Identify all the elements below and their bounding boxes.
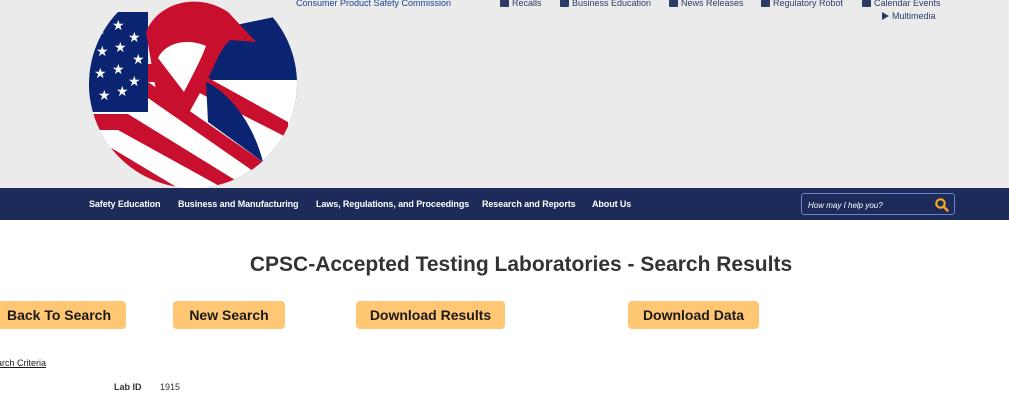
search-icon[interactable] bbox=[934, 197, 950, 213]
download-results-button[interactable]: Download Results bbox=[356, 301, 505, 329]
site-search bbox=[801, 193, 955, 215]
search-criteria-link[interactable]: earch Criteria bbox=[0, 358, 46, 368]
search-input[interactable] bbox=[808, 199, 928, 211]
utility-link-label: Calendar Events bbox=[874, 0, 941, 8]
utility-link-multimedia[interactable]: Multimedia bbox=[882, 11, 936, 21]
svg-text:★: ★ bbox=[112, 62, 125, 78]
utility-links: Recalls Business Education News Releases… bbox=[0, 0, 1009, 28]
utility-link-label: Multimedia bbox=[892, 11, 936, 21]
download-data-button[interactable]: Download Data bbox=[628, 301, 759, 329]
site-header: ★ ★ ★ ★ ★ ★ ★ ★ ★ ★ ★ Consumer Product Safety C… bbox=[0, 0, 1009, 188]
svg-text:★: ★ bbox=[128, 30, 141, 46]
svg-text:★: ★ bbox=[94, 66, 107, 82]
utility-link-news-releases[interactable]: News Releases bbox=[669, 0, 744, 8]
nav-item-laws-regulations[interactable]: Laws, Regulations, and Proceedings bbox=[316, 199, 469, 209]
utility-link-label: News Releases bbox=[681, 0, 744, 8]
briefcase-icon bbox=[560, 0, 569, 7]
svg-text:★: ★ bbox=[98, 88, 111, 104]
lab-id-value: 1915 bbox=[160, 382, 181, 392]
back-to-search-button[interactable]: Back To Search bbox=[0, 301, 126, 329]
nav-item-safety-education[interactable]: Safety Education bbox=[89, 199, 161, 209]
lab-id-label: Lab ID bbox=[114, 382, 142, 392]
svg-text:★: ★ bbox=[132, 52, 145, 68]
nav-item-about-us[interactable]: About Us bbox=[592, 199, 631, 209]
utility-link-business-education[interactable]: Business Education bbox=[560, 0, 651, 8]
page-title: CPSC-Accepted Testing Laboratories - Sea… bbox=[249, 253, 793, 276]
megaphone-icon bbox=[500, 0, 509, 7]
svg-text:★: ★ bbox=[114, 40, 127, 56]
robot-icon bbox=[761, 0, 770, 7]
cpsc-eagle-logo[interactable]: ★ ★★ ★ ★★ ★ ★★ ★ ★ bbox=[88, 0, 298, 188]
utility-link-regulatory-robot[interactable]: Regulatory Robot bbox=[761, 0, 843, 8]
nav-item-research-reports[interactable]: Research and Reports bbox=[482, 199, 576, 209]
utility-link-calendar-events[interactable]: Calendar Events bbox=[862, 0, 941, 8]
play-icon bbox=[882, 12, 889, 20]
utility-link-recalls[interactable]: Recalls bbox=[500, 0, 542, 8]
calendar-icon bbox=[862, 0, 871, 7]
svg-text:★: ★ bbox=[128, 74, 141, 90]
utility-link-label: Business Education bbox=[572, 0, 652, 8]
new-search-button[interactable]: New Search bbox=[173, 301, 285, 329]
svg-text:★: ★ bbox=[116, 84, 129, 100]
nav-item-business-manufacturing[interactable]: Business and Manufacturing bbox=[178, 199, 299, 209]
newspaper-icon bbox=[669, 0, 678, 7]
utility-link-label: Regulatory Robot bbox=[773, 0, 844, 8]
utility-link-label: Recalls bbox=[512, 0, 542, 8]
svg-text:★: ★ bbox=[96, 44, 109, 60]
